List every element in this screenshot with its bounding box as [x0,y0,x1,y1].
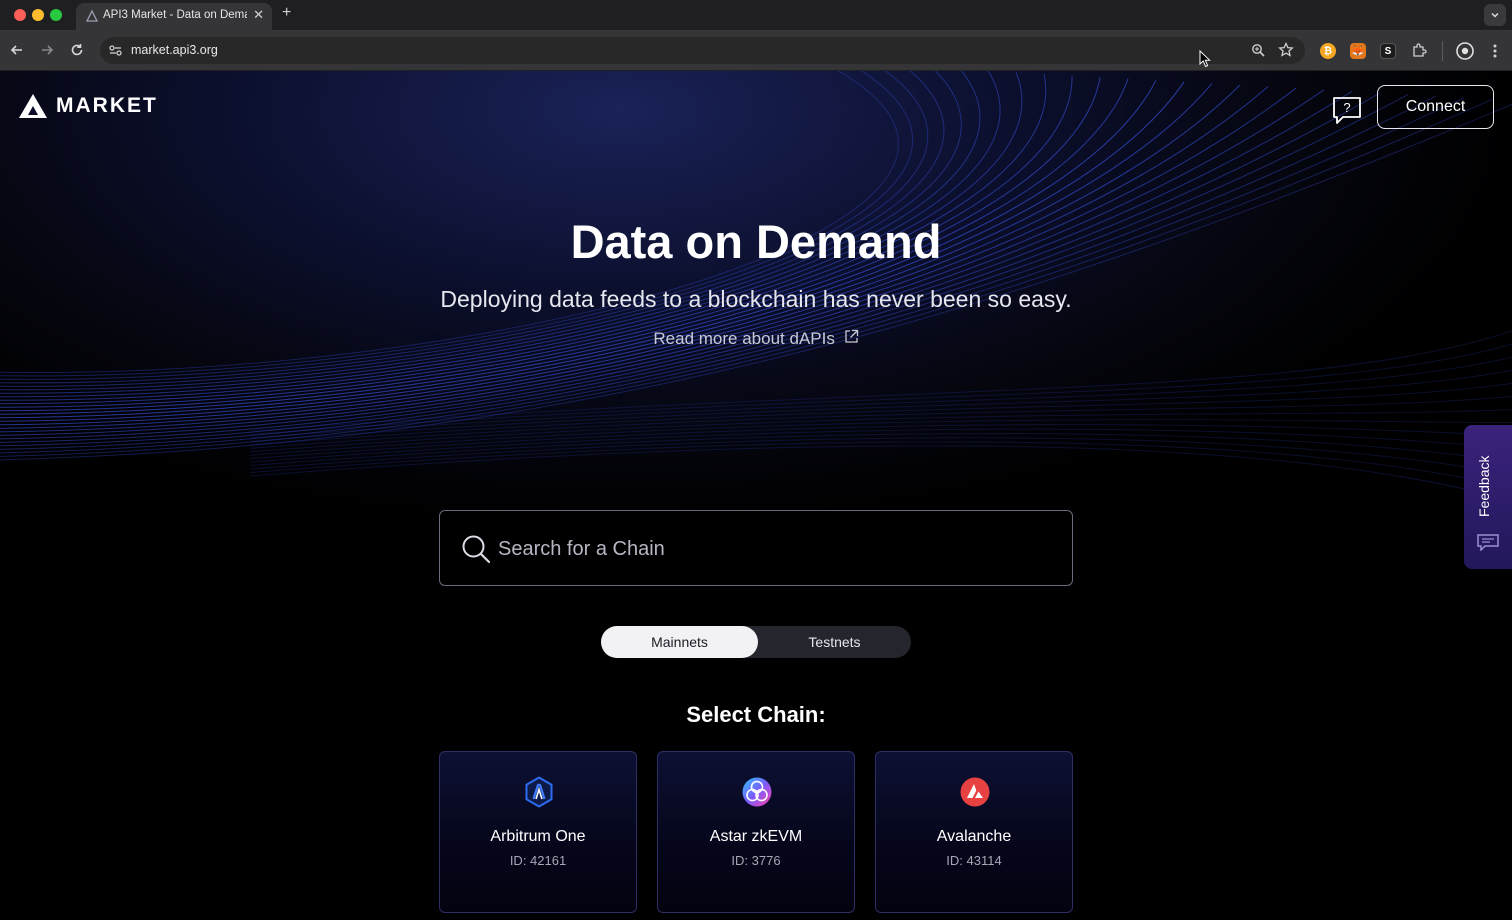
site-settings-icon[interactable] [108,43,123,58]
feedback-tab[interactable]: Feedback [1464,425,1512,569]
chain-id: ID: 3776 [731,853,781,868]
zoom-icon[interactable] [1251,43,1266,58]
help-button[interactable]: ? [1331,94,1363,126]
external-link-icon [844,329,858,343]
window-close-button[interactable] [14,9,26,21]
read-more-dapis-link-wrap: Read more about dAPIs [0,329,1512,349]
chain-card-astar-zkevm[interactable]: Astar zkEVM ID: 3776 [657,751,855,913]
address-bar[interactable]: market.api3.org [100,37,1305,64]
chain-search-input[interactable] [498,529,1058,569]
feedback-chat-icon [1477,534,1499,551]
tab-search-button[interactable] [1484,4,1506,26]
chain-name: Avalanche [936,828,1012,845]
chain-card-avalanche[interactable]: Avalanche ID: 43114 [875,751,1073,913]
logo-text: MARKET [56,94,158,117]
page-content: MARKET ? Connect Data on Demand Deployin… [0,71,1512,920]
window-maximize-button[interactable] [50,9,62,21]
url-text: market.api3.org [131,43,218,57]
testnets-tab[interactable]: Testnets [758,626,911,658]
reload-icon [71,44,83,56]
chain-card-arbitrum-one[interactable]: Arbitrum One ID: 42161 [439,751,637,913]
toolbar-divider [1442,41,1443,61]
browser-toolbar: market.api3.org ₿ 🦊 S [0,30,1512,71]
hero-subtitle: Deploying data feeds to a blockchain has… [440,286,1072,312]
api3-favicon-icon [86,10,98,22]
market-logo[interactable]: MARKET [18,93,158,119]
arrow-right-icon [42,45,54,55]
profile-avatar-icon[interactable] [1456,42,1474,60]
chain-name: Astar zkEVM [709,828,803,845]
new-tab-button[interactable]: + [282,4,291,22]
chevron-down-icon [1491,12,1499,18]
chain-name: Arbitrum One [490,828,586,845]
network-type-toggle: Mainnets Testnets [601,626,911,658]
reload-button[interactable] [67,40,87,60]
extension-s-icon[interactable]: S [1380,43,1396,59]
arrow-left-icon [10,45,22,55]
mouse-cursor-icon [1199,50,1211,68]
help-chat-icon: ? [1333,97,1361,124]
chain-id: ID: 43114 [946,853,1002,868]
avalanche-icon [960,777,990,807]
feedback-label: Feedback [1476,455,1492,517]
extension-coin-icon[interactable]: ₿ [1320,43,1336,59]
browser-tab-active[interactable]: API3 Market - Data on Demand ✕ [76,3,272,30]
extensions-puzzle-icon[interactable] [1411,42,1428,59]
bookmark-star-icon[interactable] [1278,42,1294,58]
browser-menu-icon[interactable] [1490,42,1500,60]
tab-close-icon[interactable]: ✕ [253,7,264,23]
chain-id: ID: 42161 [509,853,567,868]
metamask-fox-icon[interactable]: 🦊 [1350,43,1366,59]
api3-logo-icon [19,94,47,118]
arbitrum-icon [525,776,553,808]
hero-title: Data on Demand [570,215,942,268]
read-more-label: Read more about dAPIs [653,329,835,348]
select-chain-heading: Select Chain: [686,702,826,727]
forward-button[interactable] [37,40,57,60]
browser-tab-bar: API3 Market - Data on Demand ✕ + [0,0,1512,30]
read-more-dapis-link[interactable]: Read more about dAPIs [653,329,858,348]
tab-title: API3 Market - Data on Demand [103,9,247,21]
connect-wallet-button[interactable]: Connect [1377,85,1494,129]
back-button[interactable] [7,40,27,60]
search-icon [462,535,491,564]
mainnets-tab[interactable]: Mainnets [601,626,758,658]
chain-search-box [439,510,1073,586]
help-label: ? [1343,100,1350,115]
astar-icon [742,777,772,807]
window-minimize-button[interactable] [32,9,44,21]
